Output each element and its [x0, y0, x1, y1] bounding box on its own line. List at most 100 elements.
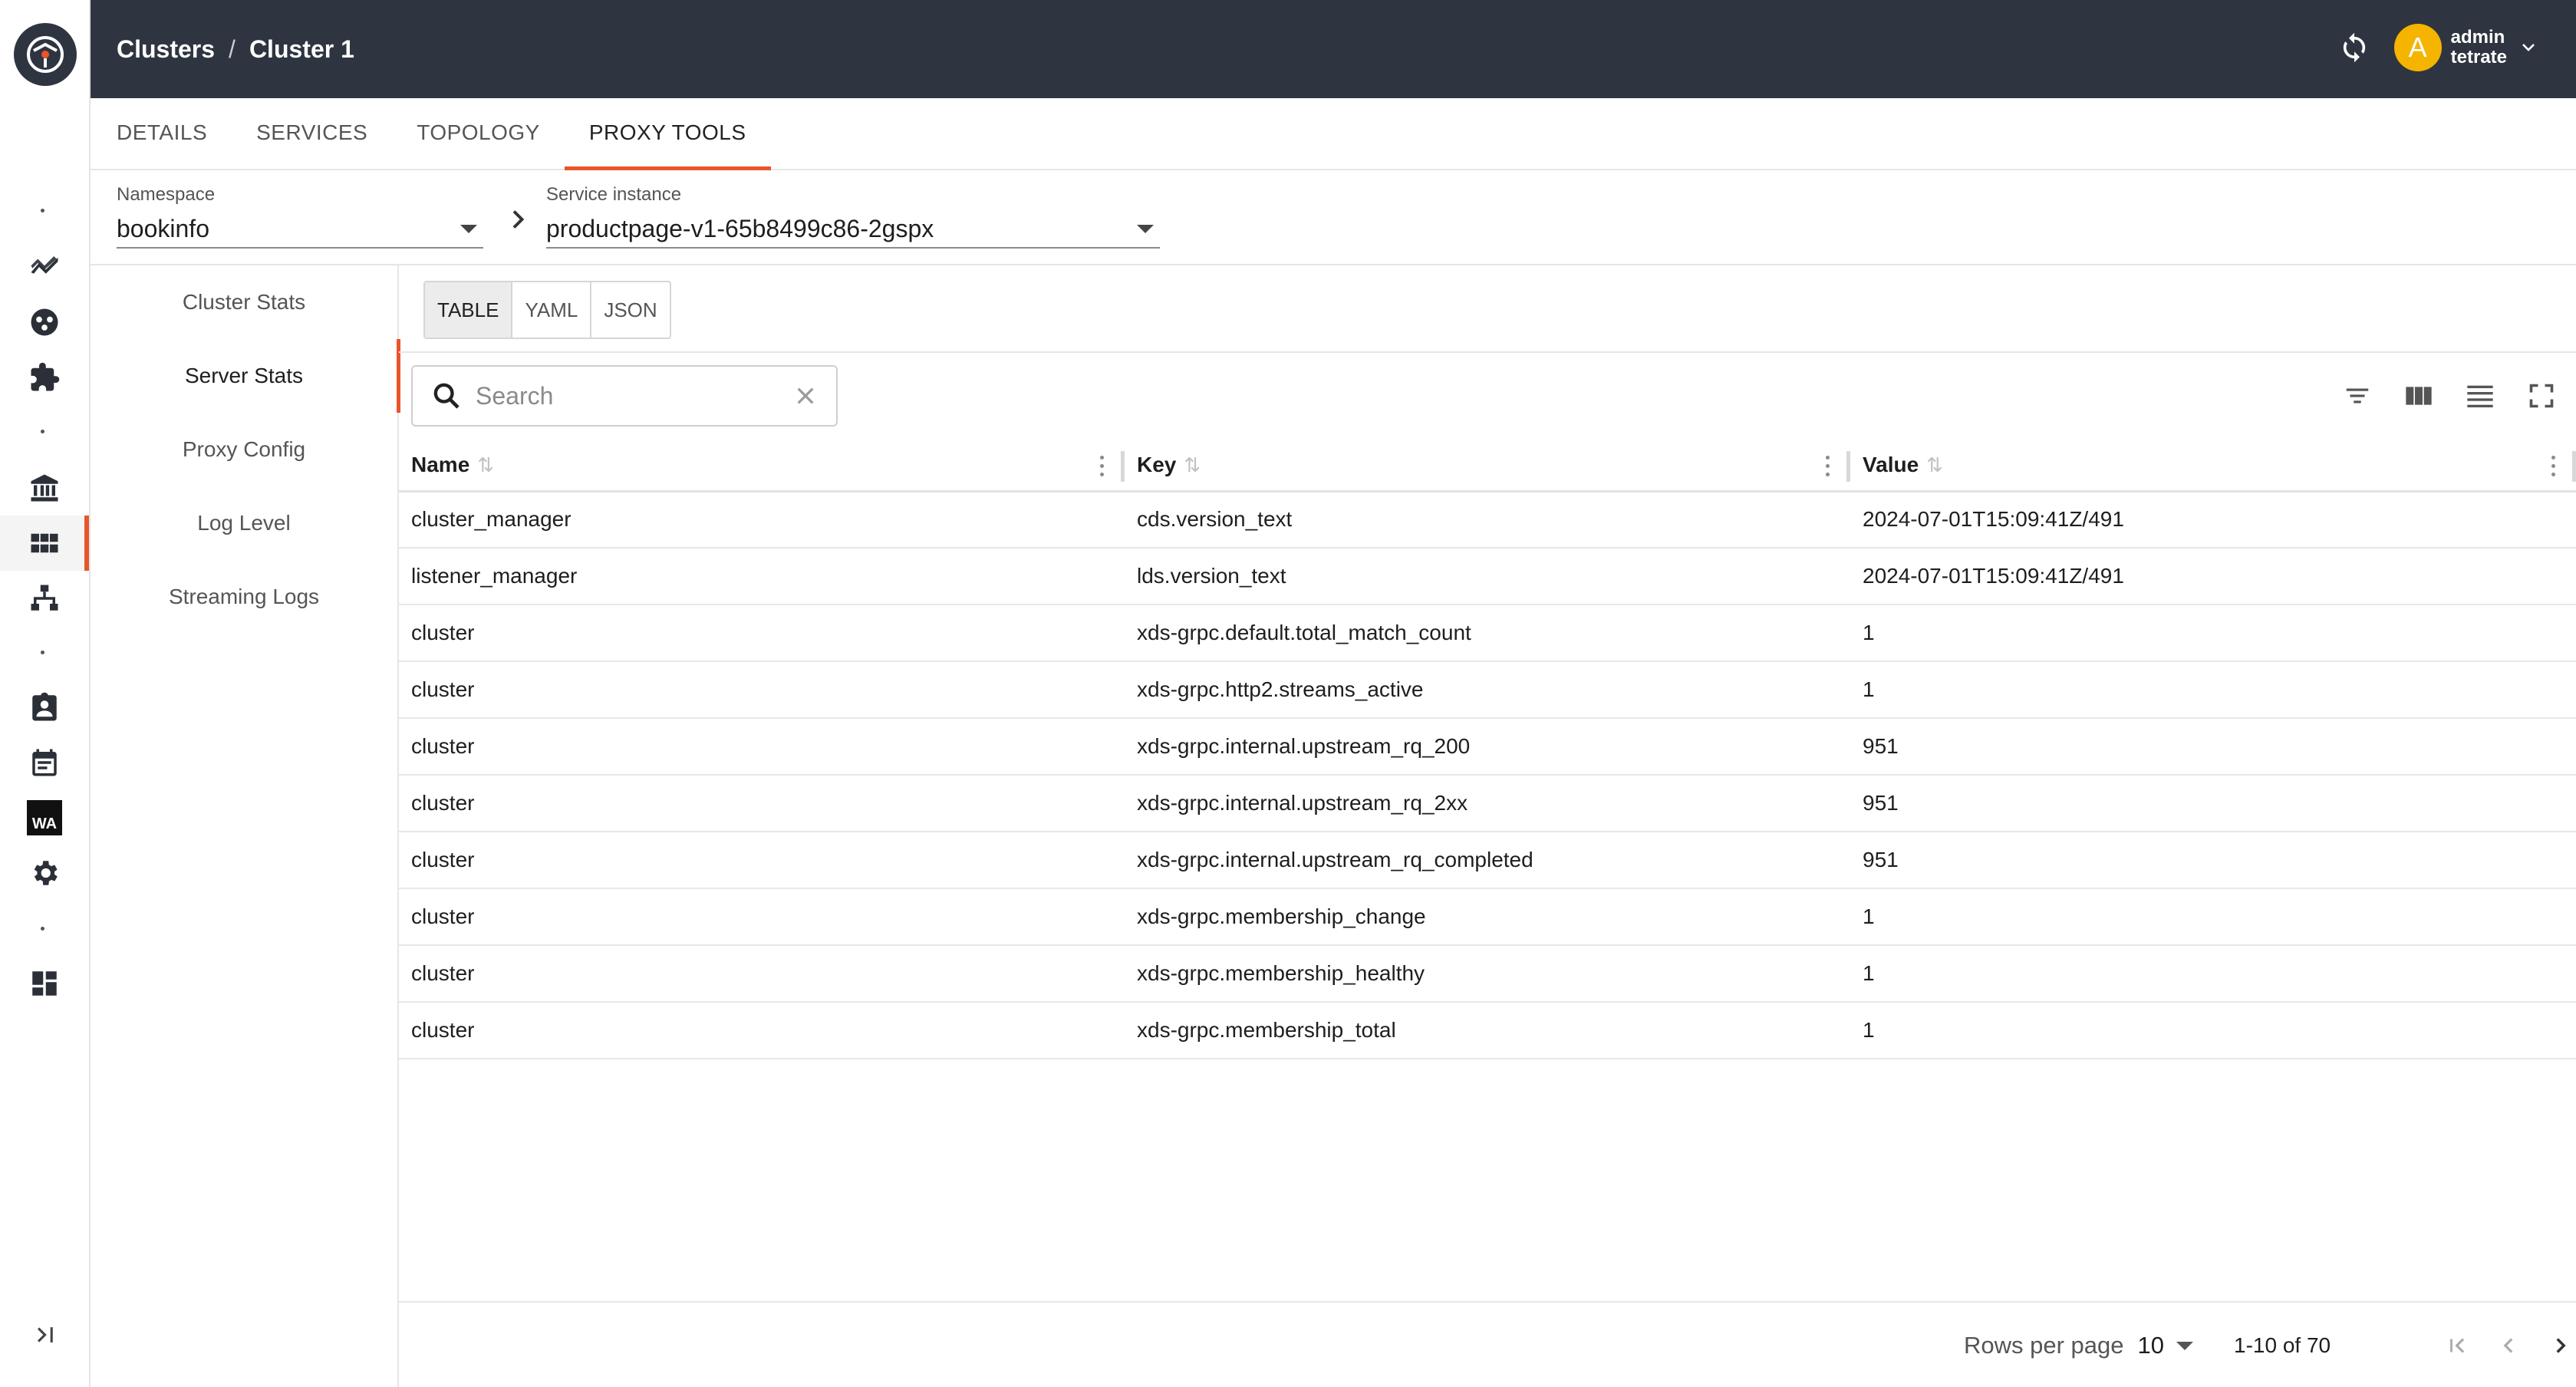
settings-icon[interactable]: [0, 845, 89, 901]
cell-value: 1: [1850, 605, 2576, 662]
user-info[interactable]: admin tetrate: [2451, 28, 2507, 68]
identity-icon[interactable]: [0, 680, 89, 735]
column-header-value[interactable]: Value ⇅: [1850, 440, 2576, 493]
nav-server-stats[interactable]: Server Stats: [91, 339, 400, 413]
sort-icon[interactable]: ⇅: [477, 453, 494, 476]
divider: [399, 351, 2576, 353]
table-row[interactable]: listener_manager lds.version_text 2024-07-…: [399, 548, 2576, 605]
dashboard-icon[interactable]: [0, 956, 89, 1011]
column-header-key[interactable]: Key ⇅: [1125, 440, 1850, 493]
cell-key: cds.version_text: [1125, 491, 1850, 549]
service-instance-value: productpage-v1-65b8499c86-2gspx: [546, 214, 934, 242]
cell-key: xds-grpc.internal.upstream_rq_2xx: [1125, 775, 1850, 832]
table-row[interactable]: cluster xds-grpc.http2.streams_active 1: [399, 661, 2576, 719]
search-icon: [433, 383, 460, 409]
column-key-label: Key: [1137, 453, 1177, 477]
service-instance-select[interactable]: Service instance productpage-v1-65b8499c…: [546, 184, 1160, 249]
next-page-icon[interactable]: [2545, 1330, 2576, 1361]
table-row[interactable]: cluster xds-grpc.membership_change 1: [399, 888, 2576, 946]
namespace-value: bookinfo: [117, 214, 209, 242]
sort-icon[interactable]: ⇅: [1184, 453, 1201, 476]
namespace-select[interactable]: Namespace bookinfo: [117, 184, 483, 249]
table-row[interactable]: cluster xds-grpc.membership_healthy 1: [399, 945, 2576, 1003]
dropdown-caret-icon[interactable]: [2176, 1341, 2193, 1350]
chevron-right-icon: [512, 210, 525, 229]
cell-value: 1: [1850, 661, 2576, 719]
format-yaml-button[interactable]: YAML: [512, 282, 592, 338]
metrics-icon[interactable]: [0, 239, 89, 295]
search-input[interactable]: Search: [411, 365, 838, 427]
filter-icon[interactable]: [2338, 377, 2377, 415]
columns-icon[interactable]: [2400, 377, 2438, 415]
tab-topology[interactable]: TOPOLOGY: [417, 97, 565, 169]
dropdown-caret-icon: [1137, 224, 1154, 233]
table-row[interactable]: cluster xds-grpc.default.total_match_coun…: [399, 605, 2576, 662]
calendar-icon[interactable]: [0, 735, 89, 790]
cell-value: 951: [1850, 718, 2576, 776]
rows-per-page-select[interactable]: 10: [2138, 1332, 2164, 1359]
cell-value: 2024-07-01T15:09:41Z/491: [1850, 548, 2576, 605]
cell-name: cluster: [399, 775, 1125, 832]
nav-proxy-config[interactable]: Proxy Config: [91, 413, 397, 486]
breadcrumb: Clusters / Cluster 1: [117, 35, 354, 64]
cell-name: cluster: [399, 888, 1125, 946]
tab-proxy-tools[interactable]: PROXY TOOLS: [564, 97, 771, 170]
clear-icon[interactable]: [793, 384, 818, 408]
nav-cluster-stats[interactable]: Cluster Stats: [91, 265, 397, 339]
search-placeholder: Search: [476, 381, 554, 410]
column-value-label: Value: [1863, 453, 1919, 477]
tab-bar: DETAILS SERVICES TOPOLOGY PROXY TOOLS: [91, 98, 2576, 170]
user-name: admin: [2450, 27, 2505, 48]
expand-rail-icon[interactable]: [31, 1319, 61, 1350]
cell-name: cluster: [399, 832, 1125, 889]
breadcrumb-clusters-link[interactable]: Clusters: [117, 35, 215, 64]
logo-icon[interactable]: [14, 23, 77, 86]
table-row[interactable]: cluster_manager cds.version_text 2024-07-0…: [399, 491, 2576, 549]
tab-details[interactable]: DETAILS: [117, 97, 232, 169]
rail-divider-dot: [41, 209, 44, 212]
cell-value: 2024-07-01T15:09:41Z/491: [1850, 491, 2576, 549]
topology-icon[interactable]: [0, 571, 89, 626]
cell-key: xds-grpc.internal.upstream_rq_completed: [1125, 832, 1850, 889]
column-header-name[interactable]: Name ⇅: [399, 440, 1125, 493]
tab-services[interactable]: SERVICES: [256, 97, 392, 169]
table-row[interactable]: cluster xds-grpc.internal.upstream_rq_com…: [399, 832, 2576, 889]
cell-name: cluster: [399, 718, 1125, 776]
sync-icon[interactable]: [2330, 23, 2379, 72]
workspace-icon[interactable]: [0, 295, 89, 350]
column-resize-handle[interactable]: [2572, 451, 2576, 482]
dropdown-caret-icon: [460, 224, 477, 233]
service-instance-label: Service instance: [546, 184, 682, 205]
column-menu-icon[interactable]: [1826, 456, 1830, 477]
nav-log-level[interactable]: Log Level: [91, 486, 397, 560]
format-table-button[interactable]: TABLE: [425, 282, 513, 338]
previous-page-icon[interactable]: [2493, 1330, 2524, 1361]
first-page-icon[interactable]: [2443, 1330, 2473, 1361]
cell-key: xds-grpc.internal.upstream_rq_200: [1125, 718, 1850, 776]
column-menu-icon[interactable]: [1100, 456, 1105, 477]
breadcrumb-separator: /: [229, 35, 236, 63]
column-menu-icon[interactable]: [2551, 456, 2556, 477]
table-row[interactable]: cluster xds-grpc.membership_total 1: [399, 1002, 2576, 1059]
rows-per-page: Rows per page 10: [1964, 1303, 2193, 1387]
format-toggle: TABLE YAML JSON: [423, 281, 671, 339]
clusters-icon[interactable]: [0, 516, 89, 571]
cell-name: cluster: [399, 1002, 1125, 1059]
cell-value: 951: [1850, 775, 2576, 832]
left-rail: WA: [0, 0, 91, 1387]
format-json-button[interactable]: JSON: [591, 282, 669, 338]
density-icon[interactable]: [2461, 377, 2499, 415]
avatar[interactable]: A: [2393, 24, 2442, 71]
table-toolbar: [2315, 377, 2561, 415]
chevron-down-icon[interactable]: [2519, 38, 2538, 57]
namespace-label: Namespace: [117, 184, 216, 205]
extensions-icon[interactable]: [0, 350, 89, 405]
institution-icon[interactable]: [0, 460, 89, 516]
rail-divider-dot: [41, 430, 44, 433]
wa-icon[interactable]: WA: [0, 790, 89, 845]
table-row[interactable]: cluster xds-grpc.internal.upstream_rq_200…: [399, 718, 2576, 776]
fullscreen-icon[interactable]: [2522, 377, 2561, 415]
table-row[interactable]: cluster xds-grpc.internal.upstream_rq_2xx…: [399, 775, 2576, 832]
sort-icon[interactable]: ⇅: [1926, 453, 1943, 476]
nav-streaming-logs[interactable]: Streaming Logs: [91, 560, 397, 634]
